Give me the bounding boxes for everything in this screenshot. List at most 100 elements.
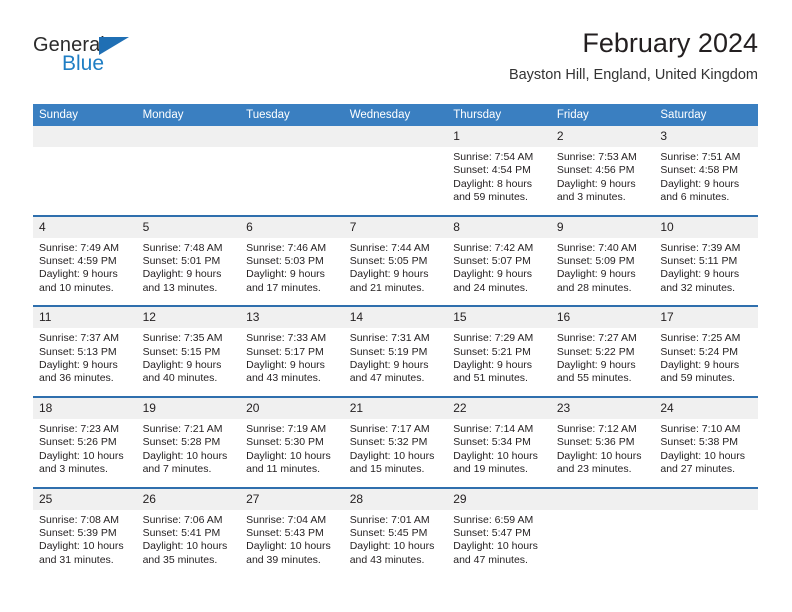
- calendar-day-cell[interactable]: 17 Sunrise: 7:25 AM Sunset: 5:24 PM Dayligh…: [654, 305, 758, 397]
- day-number: 15: [447, 307, 551, 329]
- day-sun-details: Sunrise: 7:51 AM Sunset: 4:58 PM Daylight:…: [654, 147, 758, 215]
- weekday-header-sunday: Sunday: [33, 104, 137, 126]
- day-detail-line: Sunrise: 7:42 AM: [453, 241, 534, 254]
- calendar-day-cell[interactable]: 2 Sunrise: 7:53 AM Sunset: 4:56 PM Daylight…: [550, 126, 655, 216]
- day-sun-details: Sunrise: 7:06 AM Sunset: 5:41 PM Daylight:…: [137, 510, 241, 578]
- calendar-day-cell[interactable]: 10 Sunrise: 7:39 AM Sunset: 5:11 PM Dayligh…: [654, 214, 758, 307]
- day-detail-line: Sunrise: 7:31 AM: [349, 332, 430, 345]
- day-cell-inner: 24 Sunrise: 7:10 AM Sunset: 5:38 PM Dayligh…: [654, 397, 758, 487]
- day-detail-line: and 6 minutes.: [660, 191, 730, 204]
- calendar-day-cell[interactable]: 12 Sunrise: 7:35 AM Sunset: 5:15 PM Dayligh…: [136, 305, 241, 397]
- calendar-day-cell[interactable]: 27 Sunrise: 7:04 AM Sunset: 5:43 PM Dayligh…: [240, 486, 344, 578]
- day-detail-line: Daylight: 10 hours: [349, 449, 435, 462]
- day-number: 18: [33, 397, 137, 419]
- day-cell-inner: 9 Sunrise: 7:40 AM Sunset: 5:09 PM Daylight…: [550, 216, 655, 306]
- day-sun-details: Sunrise: 7:19 AM Sunset: 5:30 PM Daylight:…: [240, 419, 344, 487]
- calendar-day-cell[interactable]: 1 Sunrise: 7:54 AM Sunset: 4:54 PM Daylight…: [447, 126, 551, 216]
- calendar-empty-cell: [240, 126, 344, 216]
- page-header: General Blue February 2024 Bayston Hill,…: [33, 26, 758, 98]
- day-detail-line: Sunset: 5:45 PM: [349, 526, 428, 539]
- day-sun-details: Sunrise: 7:53 AM Sunset: 4:56 PM Daylight:…: [551, 147, 655, 215]
- day-sun-details: [33, 147, 137, 161]
- day-sun-details: [654, 510, 758, 524]
- day-detail-line: Sunrise: 7:04 AM: [246, 513, 327, 526]
- day-sun-details: Sunrise: 7:14 AM Sunset: 5:34 PM Daylight:…: [447, 419, 551, 487]
- day-sun-details: Sunrise: 7:33 AM Sunset: 5:17 PM Daylight:…: [240, 328, 344, 396]
- calendar-day-cell[interactable]: 3 Sunrise: 7:51 AM Sunset: 4:58 PM Daylight…: [654, 126, 758, 216]
- day-cell-inner: [240, 126, 344, 194]
- calendar-day-cell[interactable]: 20 Sunrise: 7:19 AM Sunset: 5:30 PM Dayligh…: [240, 395, 344, 488]
- weekday-header-wednesday: Wednesday: [343, 104, 448, 126]
- calendar-day-cell[interactable]: 5 Sunrise: 7:48 AM Sunset: 5:01 PM Daylight…: [136, 214, 241, 307]
- day-cell-inner: 17 Sunrise: 7:25 AM Sunset: 5:24 PM Dayligh…: [654, 307, 758, 396]
- calendar-day-cell[interactable]: 19 Sunrise: 7:21 AM Sunset: 5:28 PM Dayligh…: [136, 395, 241, 488]
- day-detail-line: Daylight: 8 hours: [453, 177, 533, 190]
- day-number: 7: [343, 216, 448, 238]
- calendar-day-cell[interactable]: 15 Sunrise: 7:29 AM Sunset: 5:21 PM Dayligh…: [447, 305, 551, 397]
- day-detail-line: Daylight: 10 hours: [39, 540, 124, 553]
- day-detail-line: and 51 minutes.: [453, 372, 528, 385]
- day-detail-line: and 3 minutes.: [39, 463, 108, 476]
- day-detail-line: Sunset: 5:07 PM: [453, 255, 531, 268]
- day-sun-details: [137, 147, 241, 161]
- calendar-day-cell[interactable]: 18 Sunrise: 7:23 AM Sunset: 5:26 PM Dayligh…: [33, 395, 137, 488]
- calendar-day-cell[interactable]: 13 Sunrise: 7:33 AM Sunset: 5:17 PM Dayligh…: [240, 305, 344, 397]
- day-sun-details: Sunrise: 7:31 AM Sunset: 5:19 PM Daylight:…: [344, 328, 448, 396]
- day-detail-line: and 17 minutes.: [246, 281, 321, 294]
- calendar-day-cell[interactable]: 29 Sunrise: 6:59 AM Sunset: 5:47 PM Dayligh…: [447, 486, 551, 578]
- calendar-page: General Blue February 2024 Bayston Hill,…: [0, 0, 792, 612]
- day-detail-line: Sunset: 5:09 PM: [556, 255, 635, 268]
- calendar-day-cell[interactable]: 11 Sunrise: 7:37 AM Sunset: 5:13 PM Dayligh…: [33, 305, 137, 397]
- calendar-day-cell[interactable]: 26 Sunrise: 7:06 AM Sunset: 5:41 PM Dayligh…: [136, 486, 241, 578]
- day-detail-line: Sunrise: 7:17 AM: [349, 422, 430, 435]
- day-cell-inner: 5 Sunrise: 7:48 AM Sunset: 5:01 PM Daylight…: [136, 216, 241, 306]
- calendar-day-cell[interactable]: 23 Sunrise: 7:12 AM Sunset: 5:36 PM Dayligh…: [550, 395, 655, 488]
- day-cell-inner: 26 Sunrise: 7:06 AM Sunset: 5:41 PM Dayligh…: [136, 488, 241, 578]
- calendar-day-cell[interactable]: 22 Sunrise: 7:14 AM Sunset: 5:34 PM Dayligh…: [447, 395, 551, 488]
- day-number: 29: [447, 488, 551, 510]
- calendar-day-cell[interactable]: 28 Sunrise: 7:01 AM Sunset: 5:45 PM Dayligh…: [343, 486, 448, 578]
- calendar-day-cell[interactable]: 6 Sunrise: 7:46 AM Sunset: 5:03 PM Daylight…: [240, 214, 344, 307]
- day-cell-inner: [33, 126, 137, 194]
- day-detail-line: Sunset: 5:03 PM: [246, 255, 324, 268]
- day-detail-line: and 21 minutes.: [349, 281, 425, 294]
- day-detail-line: and 35 minutes.: [142, 553, 218, 566]
- day-cell-inner: 14 Sunrise: 7:31 AM Sunset: 5:19 PM Dayligh…: [343, 307, 448, 396]
- day-detail-line: Sunrise: 7:37 AM: [39, 332, 119, 345]
- day-cell-inner: 6 Sunrise: 7:46 AM Sunset: 5:03 PM Daylight…: [240, 216, 344, 306]
- day-number: 24: [654, 397, 758, 419]
- weekday-header-tuesday: Tuesday: [240, 104, 344, 126]
- calendar-day-cell[interactable]: 4 Sunrise: 7:49 AM Sunset: 4:59 PM Daylight…: [33, 214, 137, 307]
- day-cell-inner: 18 Sunrise: 7:23 AM Sunset: 5:26 PM Dayligh…: [33, 397, 137, 487]
- day-number: 19: [136, 397, 241, 419]
- day-detail-line: Daylight: 9 hours: [660, 177, 740, 190]
- day-number: [550, 488, 655, 510]
- calendar-day-cell[interactable]: 14 Sunrise: 7:31 AM Sunset: 5:19 PM Dayligh…: [343, 305, 448, 397]
- day-detail-line: Daylight: 9 hours: [39, 268, 118, 281]
- day-cell-inner: 8 Sunrise: 7:42 AM Sunset: 5:07 PM Daylight…: [447, 216, 551, 306]
- calendar-day-cell[interactable]: 7 Sunrise: 7:44 AM Sunset: 5:05 PM Daylight…: [343, 214, 448, 307]
- day-detail-line: Sunset: 5:19 PM: [349, 345, 428, 358]
- day-sun-details: Sunrise: 7:12 AM Sunset: 5:36 PM Daylight:…: [551, 419, 655, 487]
- calendar-day-cell[interactable]: 16 Sunrise: 7:27 AM Sunset: 5:22 PM Dayligh…: [550, 305, 655, 397]
- day-detail-line: Sunrise: 7:49 AM: [39, 241, 119, 254]
- calendar-day-cell[interactable]: 24 Sunrise: 7:10 AM Sunset: 5:38 PM Dayligh…: [654, 395, 758, 488]
- calendar-day-cell[interactable]: 21 Sunrise: 7:17 AM Sunset: 5:32 PM Dayligh…: [343, 395, 448, 488]
- calendar-day-cell[interactable]: 8 Sunrise: 7:42 AM Sunset: 5:07 PM Daylight…: [447, 214, 551, 307]
- day-detail-line: and 23 minutes.: [556, 463, 632, 476]
- day-cell-inner: 3 Sunrise: 7:51 AM Sunset: 4:58 PM Daylight…: [654, 126, 758, 215]
- day-number: [654, 488, 758, 510]
- calendar-day-cell[interactable]: 25 Sunrise: 7:08 AM Sunset: 5:39 PM Dayligh…: [33, 486, 137, 578]
- day-cell-inner: 25 Sunrise: 7:08 AM Sunset: 5:39 PM Dayligh…: [33, 488, 137, 578]
- day-cell-inner: 2 Sunrise: 7:53 AM Sunset: 4:56 PM Daylight…: [550, 126, 655, 215]
- day-cell-inner: 13 Sunrise: 7:33 AM Sunset: 5:17 PM Dayligh…: [240, 307, 344, 396]
- day-detail-line: and 28 minutes.: [556, 281, 632, 294]
- day-cell-inner: 11 Sunrise: 7:37 AM Sunset: 5:13 PM Dayligh…: [33, 307, 137, 396]
- calendar-week-row: 11 Sunrise: 7:37 AM Sunset: 5:13 PM Dayligh…: [33, 305, 758, 397]
- calendar-day-cell[interactable]: 9 Sunrise: 7:40 AM Sunset: 5:09 PM Daylight…: [550, 214, 655, 307]
- calendar-empty-cell: [33, 126, 137, 216]
- day-detail-line: Sunrise: 7:35 AM: [142, 332, 223, 345]
- calendar-week-row: 1 Sunrise: 7:54 AM Sunset: 4:54 PM Daylight…: [33, 126, 758, 216]
- day-detail-line: Sunset: 5:34 PM: [453, 436, 531, 449]
- day-detail-line: Sunset: 5:15 PM: [142, 345, 221, 358]
